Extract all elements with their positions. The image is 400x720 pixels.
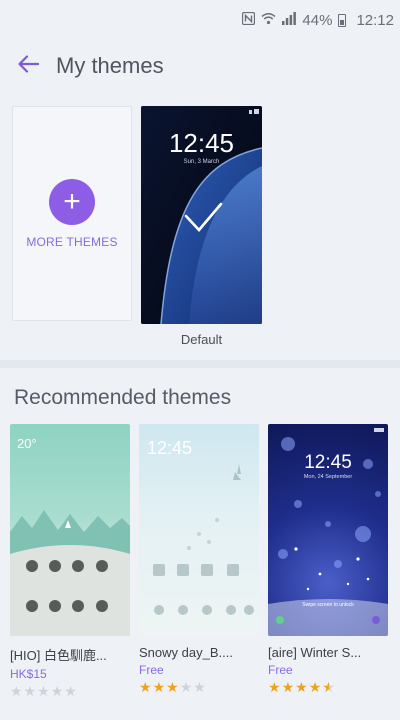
theme-thumbnail[interactable]: 12:45 [139,424,259,636]
star-icon: ★ [281,679,296,695]
theme-preview-text: 20° [17,436,37,451]
star-icon: ★ [64,683,78,699]
theme-price: Free [268,663,293,677]
nfc-icon [242,11,256,28]
rating-stars: ★★★★★ [139,679,259,696]
status-time: 12:12 [356,11,394,29]
star-icon: ★ [179,679,194,695]
theme-preview-date: Mon, 24 September [303,474,353,480]
theme-preview-hint: Swipe screen to unlock [302,602,354,608]
default-theme-thumbnail[interactable]: 12:45 Sun, 3 March [141,106,262,324]
arrow-left-icon [17,52,40,80]
star-icon: ★ [166,679,180,695]
star-icon: ★ [23,683,38,699]
section-divider [0,360,400,368]
star-icon: ★ [193,679,207,695]
star-icon: ★ [308,679,323,695]
page-title: My themes [56,53,164,78]
star-icon: ★ [37,683,51,699]
status-bar: 44% 12:12 [0,0,400,40]
star-icon: ★ [50,683,65,699]
default-preview-time: 12:45 [168,128,235,158]
theme-preview-text: 12:45 [147,438,193,458]
star-icon: ★ [295,679,309,695]
default-theme-label: Default [180,332,223,347]
my-themes-section: + MORE THEMES 12:45 Sun, 3 March Default [0,96,400,358]
more-themes-label: MORE THEMES [26,234,118,249]
star-icon: ★ [268,679,282,695]
theme-preview-text: 12:45 [304,452,352,473]
battery-icon [338,13,347,27]
recommended-theme-card[interactable]: 12:45 Mon, 24 September Swipe screen to … [268,424,388,696]
theme-price: Free [139,663,164,677]
recommended-theme-card[interactable]: 12:45 Snowy day_B.... Free ★★★★★ [139,424,259,696]
rating-stars: ★★★★★ [10,683,130,700]
more-themes-button[interactable]: + MORE THEMES [12,106,132,321]
star-icon: ★ [322,679,336,695]
star-icon: ★ [139,679,153,695]
recommended-theme-card[interactable]: 20° [HIO] 白色馴鹿... HK$15 ★★★★★ [10,424,130,700]
app-bar: My themes [0,40,400,92]
theme-thumbnail[interactable]: 12:45 Mon, 24 September Swipe screen to … [268,424,388,636]
star-icon: ★ [152,679,167,695]
signal-icon [282,12,297,28]
back-button[interactable] [14,52,42,80]
theme-name: [aire] Winter S... [268,645,362,660]
battery-percent: 44% [302,11,333,29]
theme-price: HK$15 [10,667,47,681]
theme-name: Snowy day_B.... [139,645,233,660]
theme-name: [HIO] 白色馴鹿... [10,648,107,663]
wifi-icon [261,12,276,28]
theme-thumbnail[interactable]: 20° [10,424,130,636]
plus-icon: + [49,178,95,225]
rating-stars: ★★★★★ [268,679,388,696]
default-preview-date: Sun, 3 March [183,159,220,165]
star-icon: ★ [10,683,24,699]
recommended-title: Recommended themes [14,386,232,409]
